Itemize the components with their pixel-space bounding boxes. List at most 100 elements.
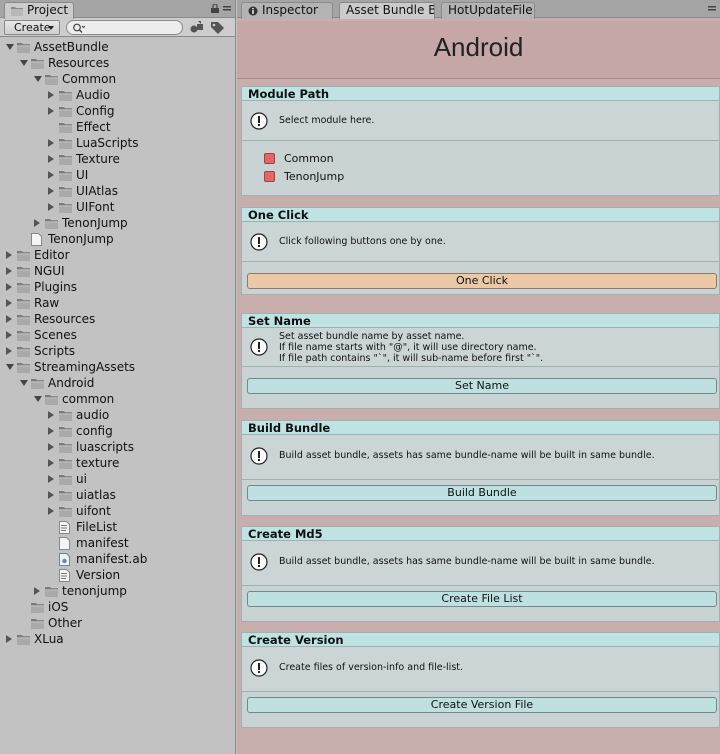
lock-icon[interactable] xyxy=(211,4,219,13)
tree-item[interactable]: tenonjump xyxy=(0,583,235,599)
tree-item[interactable]: texture xyxy=(0,455,235,471)
folder-icon xyxy=(59,169,72,181)
filter-by-label-icon[interactable] xyxy=(209,20,225,35)
expand-arrow-closed-icon[interactable] xyxy=(48,459,54,467)
expand-arrow-open-icon[interactable] xyxy=(20,380,28,386)
one-click-button[interactable]: One Click xyxy=(247,273,717,289)
expand-arrow-closed-icon[interactable] xyxy=(34,219,40,227)
expand-arrow-open-icon[interactable] xyxy=(6,44,14,50)
folder-icon xyxy=(17,41,30,53)
tree-item[interactable]: Resources xyxy=(0,311,235,327)
expand-arrow-open-icon[interactable] xyxy=(6,364,14,370)
tree-item[interactable]: TenonJump xyxy=(0,215,235,231)
tree-item[interactable]: Scenes xyxy=(0,327,235,343)
folder-icon xyxy=(59,441,72,453)
tree-item[interactable]: LuaScripts xyxy=(0,135,235,151)
tree-item-label: config xyxy=(76,424,113,438)
tab-asset-bundle[interactable]: Asset Bundle B xyxy=(339,2,435,19)
expand-arrow-closed-icon[interactable] xyxy=(48,427,54,435)
expand-arrow-closed-icon[interactable] xyxy=(6,635,12,643)
module-checkbox[interactable] xyxy=(264,153,275,164)
tab-hot-update-file-label: HotUpdateFile F xyxy=(448,3,535,17)
tree-item-label: UI xyxy=(76,168,89,182)
expand-arrow-closed-icon[interactable] xyxy=(48,507,54,515)
tree-item-label: common xyxy=(62,392,115,406)
expand-arrow-open-icon[interactable] xyxy=(34,76,42,82)
tree-item[interactable]: audio xyxy=(0,407,235,423)
expand-arrow-closed-icon[interactable] xyxy=(6,299,12,307)
tab-hot-update-file[interactable]: HotUpdateFile F xyxy=(441,2,535,19)
tab-project[interactable]: Project xyxy=(4,2,74,19)
expand-arrow-closed-icon[interactable] xyxy=(6,283,12,291)
tree-item[interactable]: Raw xyxy=(0,295,235,311)
chevron-down-icon xyxy=(48,26,54,30)
expand-arrow-closed-icon[interactable] xyxy=(48,203,54,211)
help-text: Click following buttons one by one. xyxy=(279,236,446,247)
module-checkbox[interactable] xyxy=(264,171,275,182)
tree-item-label: FileList xyxy=(76,520,118,534)
tree-item[interactable]: Effect xyxy=(0,119,235,135)
tree-item[interactable]: common xyxy=(0,391,235,407)
tree-item[interactable]: Plugins xyxy=(0,279,235,295)
expand-arrow-open-icon[interactable] xyxy=(34,396,42,402)
tree-item[interactable]: Audio xyxy=(0,87,235,103)
tree-item[interactable]: UI xyxy=(0,167,235,183)
set-name-button[interactable]: Set Name xyxy=(247,378,717,394)
tree-item[interactable]: Editor xyxy=(0,247,235,263)
tree-item[interactable]: UIFont xyxy=(0,199,235,215)
tree-item[interactable]: manifest xyxy=(0,535,235,551)
tree-item[interactable]: manifest.ab xyxy=(0,551,235,567)
expand-arrow-closed-icon[interactable] xyxy=(48,91,54,99)
tree-item[interactable]: NGUI xyxy=(0,263,235,279)
tree-item[interactable]: Version xyxy=(0,567,235,583)
tree-item-label: TenonJump xyxy=(62,216,128,230)
expand-arrow-closed-icon[interactable] xyxy=(48,475,54,483)
tree-item[interactable]: config xyxy=(0,423,235,439)
build-bundle-button[interactable]: Build Bundle xyxy=(247,485,717,501)
folder-icon xyxy=(31,601,44,613)
folder-icon xyxy=(17,297,30,309)
expand-arrow-closed-icon[interactable] xyxy=(6,251,12,259)
tree-item[interactable]: XLua xyxy=(0,631,235,647)
expand-arrow-closed-icon[interactable] xyxy=(48,411,54,419)
tree-item[interactable]: StreamingAssets xyxy=(0,359,235,375)
create-file-list-button[interactable]: Create File List xyxy=(247,591,717,607)
tree-item[interactable]: Config xyxy=(0,103,235,119)
expand-arrow-closed-icon[interactable] xyxy=(48,155,54,163)
tree-item[interactable]: uifont xyxy=(0,503,235,519)
expand-arrow-closed-icon[interactable] xyxy=(48,491,54,499)
expand-arrow-closed-icon[interactable] xyxy=(48,187,54,195)
expand-arrow-closed-icon[interactable] xyxy=(6,347,12,355)
expand-arrow-closed-icon[interactable] xyxy=(48,139,54,147)
tree-item[interactable]: iOS xyxy=(0,599,235,615)
expand-arrow-closed-icon[interactable] xyxy=(48,443,54,451)
tree-item[interactable]: Resources xyxy=(0,55,235,71)
expand-arrow-closed-icon[interactable] xyxy=(48,171,54,179)
tree-item[interactable]: Android xyxy=(0,375,235,391)
create-dropdown[interactable]: Create xyxy=(4,20,60,35)
tree-item[interactable]: FileList xyxy=(0,519,235,535)
create-version-file-button[interactable]: Create Version File xyxy=(247,697,717,713)
expand-arrow-closed-icon[interactable] xyxy=(48,107,54,115)
tree-item[interactable]: luascripts xyxy=(0,439,235,455)
tab-inspector[interactable]: Inspector xyxy=(241,2,333,19)
panel-menu-icon[interactable] xyxy=(708,5,716,13)
tree-item[interactable]: ui xyxy=(0,471,235,487)
expand-arrow-closed-icon[interactable] xyxy=(6,315,12,323)
tree-item[interactable]: TenonJump xyxy=(0,231,235,247)
expand-arrow-closed-icon[interactable] xyxy=(6,267,12,275)
expand-arrow-closed-icon[interactable] xyxy=(34,587,40,595)
filter-by-type-icon[interactable] xyxy=(189,20,205,35)
expand-arrow-open-icon[interactable] xyxy=(20,60,28,66)
panel-menu-icon[interactable] xyxy=(223,5,231,13)
tree-item[interactable]: Other xyxy=(0,615,235,631)
tree-item[interactable]: Texture xyxy=(0,151,235,167)
folder-icon xyxy=(45,393,58,405)
expand-arrow-closed-icon[interactable] xyxy=(6,331,12,339)
tree-item[interactable]: AssetBundle xyxy=(0,39,235,55)
tree-item[interactable]: UIAtlas xyxy=(0,183,235,199)
search-input[interactable] xyxy=(66,20,183,35)
tree-item[interactable]: uiatlas xyxy=(0,487,235,503)
tree-item[interactable]: Common xyxy=(0,71,235,87)
tree-item[interactable]: Scripts xyxy=(0,343,235,359)
